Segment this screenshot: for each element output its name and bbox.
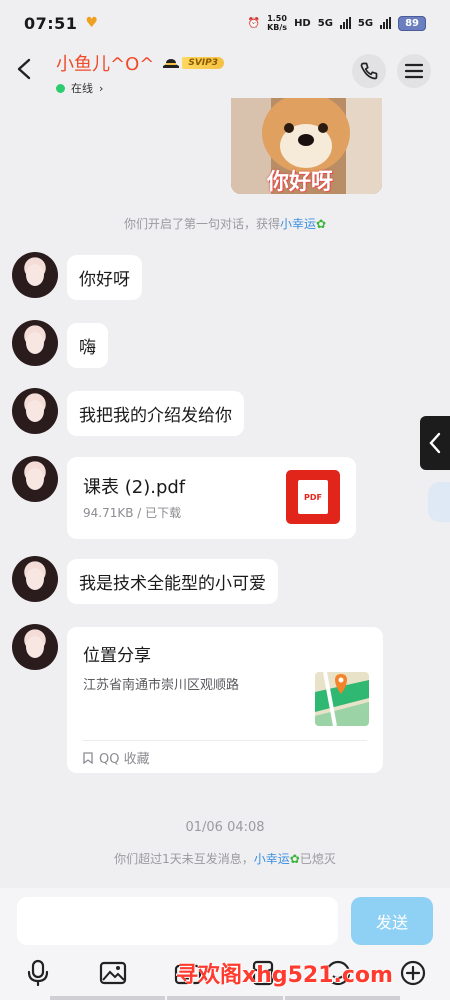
location-address: 江苏省南通市崇川区观顺路 [83,678,240,693]
message-text: 我是技术全能型的小可爱 [79,574,266,594]
message-text: 嗨 [79,338,96,358]
menu-button[interactable] [397,54,431,88]
avatar[interactable] [12,556,58,602]
plus-circle-icon [400,960,425,986]
battery-indicator: 89 [398,15,426,31]
system-message-inactive: 你们超过1天未互发消息，小幸运✿已熄灭 [0,850,450,867]
floating-bubble[interactable] [428,482,450,522]
pdf-icon: PDF [286,470,340,524]
alarm-icon: ⏰ [247,17,261,29]
system-last-suffix: 已熄灭 [299,852,336,866]
online-status: 在线 › [56,80,224,96]
file-meta: 94.71KB / 已下载 [83,506,182,520]
chevron-left-icon [429,432,441,454]
send-button[interactable]: 发送 [351,897,433,945]
image-button[interactable] [98,958,128,988]
online-status-label: 在线 [71,82,93,95]
svip-badge: SVIP3 [162,57,224,69]
message-bubble[interactable]: 我是技术全能型的小可爱 [67,559,278,604]
avatar[interactable] [12,388,58,434]
location-source: QQ 收藏 [83,748,150,767]
chat-messages[interactable]: 你好呀 你们开启了第一句对话，获得小幸运✿ 你好呀 嗨 我把我的介绍发给你 课表… [0,98,450,888]
hat-icon [163,59,180,68]
status-indicators: ⏰ 1.50 KB/s HD 5G 5G 89 [248,14,426,32]
voice-button[interactable] [23,958,53,988]
system-first-text: 你们开启了第一句对话，获得 [123,217,280,231]
home-indicator [0,996,450,1000]
status-time: 07:51 [24,13,78,33]
watermark: 寻欢阁xhg521.com [176,963,393,988]
phone-icon [360,62,378,80]
status-bar: 07:51 ♥ ⏰ 1.50 KB/s HD 5G 5G 89 [0,0,450,46]
divider [83,740,367,741]
signal-icon [339,17,351,29]
avatar[interactable] [12,456,58,502]
signal-icon [380,17,392,29]
avatar[interactable] [12,624,58,670]
contact-name: 小鱼儿^O^ [56,54,155,75]
microphone-icon [27,959,48,987]
more-button[interactable] [398,958,428,988]
lucky-link[interactable]: 小幸运 [280,217,316,231]
sprout-icon: ✿ [289,852,300,866]
online-dot [56,83,65,93]
bookmark-icon [83,751,93,764]
sticker-caption: 你好呀 [267,170,334,194]
file-name: 课表 (2).pdf [83,477,186,498]
side-panel-toggle[interactable] [420,416,450,470]
menu-icon [404,63,424,79]
sticker-image[interactable]: 你好呀 [231,98,382,194]
pdf-label: PDF [298,480,328,514]
message-text: 你好呀 [79,270,130,290]
message-timestamp: 01/06 04:08 [185,820,265,835]
message-input[interactable] [17,897,338,945]
contact-info[interactable]: 小鱼儿^O^ SVIP3 在线 › [56,50,224,96]
system-last-text: 你们超过1天未互发消息， [114,852,254,866]
file-message[interactable]: 课表 (2).pdf 94.71KB / 已下载 PDF [67,457,356,539]
map-icon [315,672,369,726]
avatar[interactable] [12,252,58,298]
chevron-right-icon: › [99,81,104,95]
message-bubble[interactable]: 我把我的介绍发给你 [67,391,244,436]
network-speed: 1.50 KB/s [267,14,287,32]
hd-label: HD [294,17,311,29]
lucky-link[interactable]: 小幸运 [254,852,290,866]
image-icon [99,961,126,985]
message-bubble[interactable]: 你好呀 [67,255,142,300]
sprout-icon: ✿ [315,217,327,231]
system-message-first-chat: 你们开启了第一句对话，获得小幸运✿ [0,215,450,232]
network-speed-value: 1.50 [267,14,287,23]
message-text: 我把我的介绍发给你 [79,406,232,426]
app-notification-icon: ♥ [85,15,98,31]
network-speed-unit: KB/s [267,23,288,32]
avatar[interactable] [12,320,58,366]
back-arrow-icon[interactable] [14,58,36,80]
location-share-message[interactable]: 位置分享 江苏省南通市崇川区观顺路 QQ 收藏 [67,627,383,773]
network-type-1: 5G [317,17,333,29]
svip-label: SVIP3 [182,57,224,69]
network-type-2: 5G [357,17,374,29]
phone-call-button[interactable] [352,54,386,88]
chat-header: 小鱼儿^O^ SVIP3 在线 › [0,46,450,98]
location-title: 位置分享 [83,646,151,666]
message-bubble[interactable]: 嗨 [67,323,108,368]
location-source-label: QQ 收藏 [99,752,150,767]
